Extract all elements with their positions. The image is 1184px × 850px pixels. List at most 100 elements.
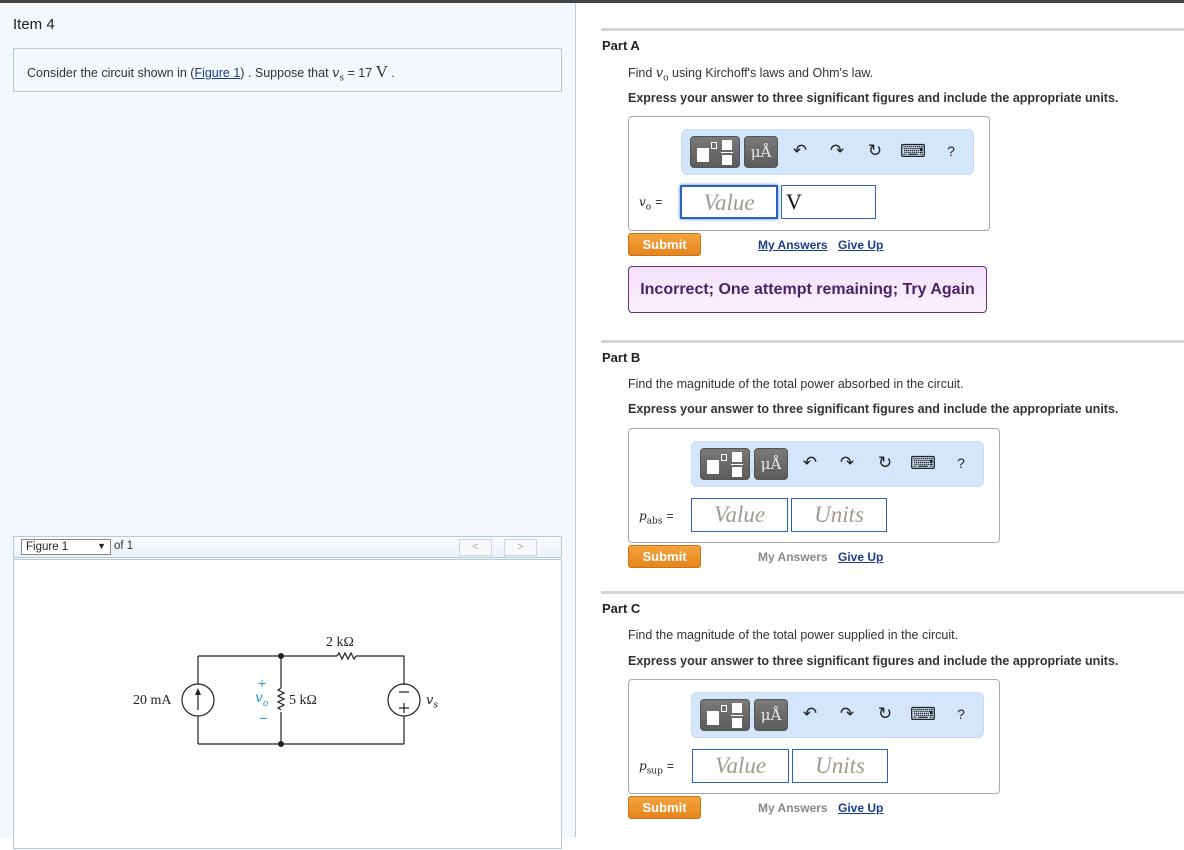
next-figure-button[interactable]: > [504, 539, 537, 556]
redo-icon[interactable]: ↷ [835, 451, 859, 475]
templates-icon-small [721, 454, 727, 461]
figure-link[interactable]: Figure 1 [194, 66, 240, 80]
part-c-give-up-link[interactable]: Give Up [838, 801, 883, 815]
part-c-title: Part C [602, 601, 641, 616]
part-b-instruction: Express your answer to three significant… [628, 402, 1119, 416]
label-20ma: 20 mA [133, 693, 172, 708]
figure-selector[interactable]: Figure 1 ▼ [21, 539, 111, 555]
reset-icon[interactable]: ↻ [863, 139, 887, 163]
part-a-title: Part A [602, 38, 640, 53]
intro-mid: ) . Suppose that [240, 66, 333, 80]
part-b-submit-button[interactable]: Submit [628, 545, 701, 568]
templates-icon-frac-top [722, 140, 732, 150]
part-c-my-answers-link: My Answers [758, 801, 828, 815]
part-c-answer-box: μÅ ↶ ↷ ↻ ⌨ ? psup = Value Units [628, 679, 1000, 794]
part-a-question-suffix: using Kirchoff's laws and Ohm's law. [668, 66, 874, 80]
vo-label: vo [255, 690, 268, 709]
part-a-units-input[interactable]: V [781, 185, 876, 219]
part-b-title: Part B [602, 350, 641, 365]
part-b-answer-box: μÅ ↶ ↷ ↻ ⌨ ? pabs = Value Units [628, 428, 1000, 543]
part-c-math-toolbar: μÅ ↶ ↷ ↻ ⌨ ? [691, 692, 984, 738]
part-a-answer-box: μÅ ↶ ↷ ↻ ⌨ ? vo = Value V [628, 116, 990, 231]
figure-area: 20 mA 2 kΩ 5 kΩ + vo − vs [13, 559, 562, 849]
redo-icon[interactable]: ↷ [835, 702, 859, 726]
templates-icon-frac-line [731, 715, 743, 716]
part-b-give-up-link[interactable]: Give Up [838, 550, 883, 564]
templates-icon-frac-bot [722, 155, 732, 165]
part-b-var-letter: p [639, 509, 647, 523]
prev-figure-button[interactable]: < [459, 539, 492, 556]
part-a-equals: = [655, 195, 663, 209]
undo-icon[interactable]: ↶ [788, 139, 812, 163]
help-icon[interactable]: ? [939, 139, 963, 163]
templates-button[interactable] [700, 699, 750, 731]
reset-icon[interactable]: ↻ [873, 451, 897, 475]
part-c-variable-label: psup = [639, 759, 674, 776]
part-b-equals: = [666, 509, 674, 523]
wire-top-right2 [356, 655, 405, 685]
part-c-divider [601, 591, 1184, 594]
templates-icon [707, 460, 719, 474]
part-c-units-input[interactable]: Units [792, 749, 888, 783]
node-bottom [278, 741, 284, 747]
label-2k: 2 kΩ [326, 635, 354, 650]
part-a-divider [601, 28, 1184, 31]
intro-prefix: Consider the circuit shown in ( [27, 66, 195, 80]
part-b-divider [601, 340, 1184, 343]
part-c-value-input[interactable]: Value [692, 749, 789, 783]
intro-end: . [387, 66, 395, 80]
vo-letter: v [255, 690, 263, 706]
part-a-vo-variable: vo [656, 66, 669, 84]
part-b-value-input[interactable]: Value [691, 498, 788, 532]
units-button[interactable]: μÅ [744, 136, 778, 168]
part-c-instruction: Express your answer to three significant… [628, 654, 1119, 668]
vs-variable: vs [332, 66, 344, 84]
figure-count: of 1 [114, 540, 134, 552]
part-a-question-prefix: Find [628, 66, 656, 80]
part-b-math-toolbar: μÅ ↶ ↷ ↻ ⌨ ? [691, 441, 984, 487]
part-b-variable-label: pabs = [639, 509, 673, 526]
reset-icon[interactable]: ↻ [873, 702, 897, 726]
templates-icon-frac-line [721, 152, 733, 153]
figure-toolbar: Figure 1 ▼ of 1 < > [13, 536, 562, 558]
problem-intro: Consider the circuit shown in (Figure 1)… [13, 48, 562, 92]
units-button[interactable]: μÅ [754, 448, 788, 480]
vo-minus: − [259, 710, 268, 726]
part-a-variable-label: vo = [639, 195, 662, 212]
part-a-math-toolbar: μÅ ↶ ↷ ↻ ⌨ ? [681, 129, 974, 175]
templates-icon [707, 711, 719, 725]
units-button[interactable]: μÅ [754, 699, 788, 731]
part-c-submit-button[interactable]: Submit [628, 796, 701, 819]
vs-label: vs [426, 693, 438, 711]
templates-icon-frac-bot [732, 718, 742, 728]
part-a-give-up-link[interactable]: Give Up [838, 238, 883, 252]
help-icon[interactable]: ? [949, 451, 973, 475]
redo-icon[interactable]: ↷ [825, 139, 849, 163]
keyboard-icon[interactable]: ⌨ [910, 702, 936, 726]
part-a-value-input[interactable]: Value [680, 185, 778, 219]
part-a-instruction: Express your answer to three significant… [628, 91, 1119, 105]
current-arrowhead-icon [195, 688, 201, 695]
part-a-my-answers-link[interactable]: My Answers [758, 238, 828, 252]
label-5k: 5 kΩ [289, 693, 317, 708]
node-top [278, 653, 284, 659]
templates-button[interactable] [700, 448, 750, 480]
templates-icon-small [711, 142, 717, 149]
keyboard-icon[interactable]: ⌨ [900, 139, 926, 163]
resistor-5k [276, 687, 286, 711]
help-icon[interactable]: ? [949, 702, 973, 726]
part-b-units-input[interactable]: Units [791, 498, 887, 532]
part-a-submit-button[interactable]: Submit [628, 233, 701, 256]
vo-sub: o [262, 698, 269, 709]
item-title: Item 4 [13, 16, 55, 33]
undo-icon[interactable]: ↶ [798, 702, 822, 726]
undo-icon[interactable]: ↶ [798, 451, 822, 475]
part-c-equals: = [666, 759, 674, 773]
vo-plus: + [258, 675, 267, 691]
part-b-my-answers-link: My Answers [758, 550, 828, 564]
templates-button[interactable] [690, 136, 740, 168]
keyboard-icon[interactable]: ⌨ [910, 451, 936, 475]
part-c-var-letter: p [639, 759, 647, 773]
part-a-var-sub: o [645, 202, 652, 213]
figure-selector-value: Figure 1 [26, 541, 69, 553]
